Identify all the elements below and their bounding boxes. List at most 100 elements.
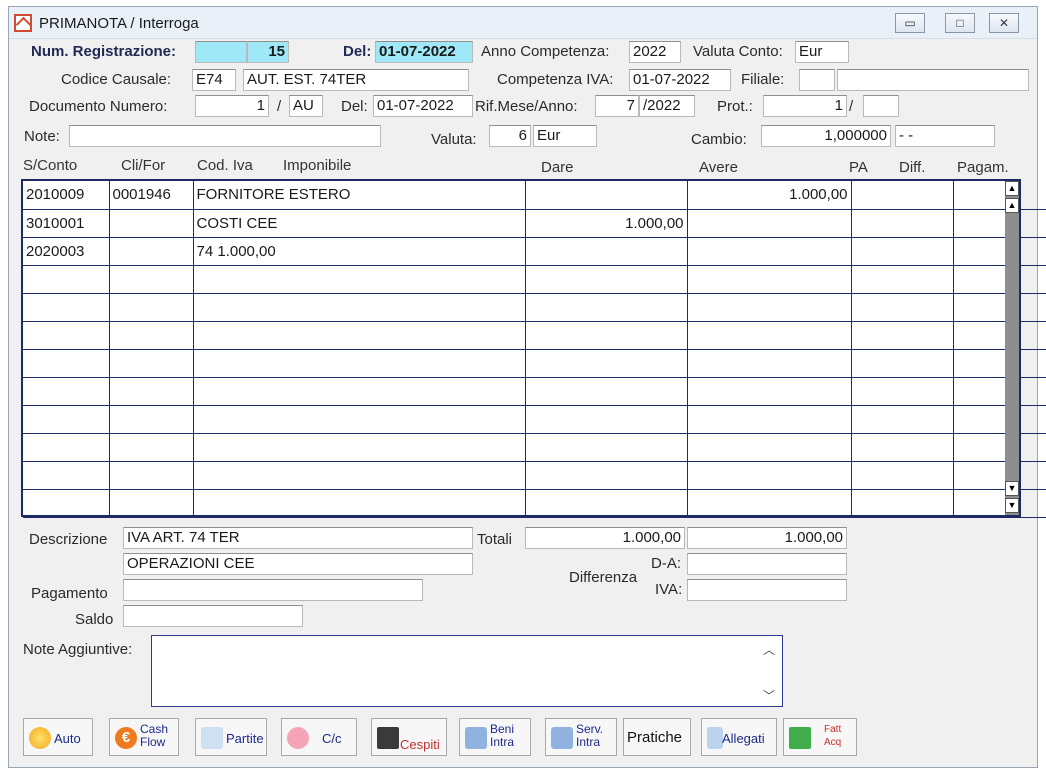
table-cell[interactable]: 3010001 xyxy=(23,209,110,238)
table-cell[interactable] xyxy=(525,349,688,378)
table-cell[interactable] xyxy=(851,349,954,378)
table-cell[interactable] xyxy=(109,209,194,238)
table-cell[interactable] xyxy=(23,461,110,490)
table-row[interactable]: 20100090001946FORNITORE ESTERO1.000,002 xyxy=(23,181,1046,210)
conto-corrente-button[interactable]: C/c xyxy=(281,718,357,756)
table-cell[interactable] xyxy=(687,377,852,406)
table-cell[interactable] xyxy=(109,489,194,518)
cespiti-button[interactable]: Cespiti xyxy=(371,718,447,756)
scroll-down-icon[interactable]: ▼ xyxy=(1005,481,1019,496)
minimize-button[interactable]: ▭ xyxy=(895,13,925,33)
close-button[interactable]: ✕ xyxy=(989,13,1019,33)
table-cell[interactable] xyxy=(953,405,1010,434)
table-cell[interactable] xyxy=(851,293,954,322)
table-cell[interactable] xyxy=(23,321,110,350)
table-cell[interactable] xyxy=(851,265,954,294)
num-registrazione-prefix-field[interactable] xyxy=(195,41,247,63)
table-cell[interactable] xyxy=(109,377,194,406)
pagamento-field[interactable] xyxy=(123,579,423,601)
serv-intra-button[interactable]: Serv. Intra xyxy=(545,718,617,756)
table-cell[interactable] xyxy=(953,377,1010,406)
table-cell[interactable] xyxy=(525,265,688,294)
textarea-scroll-down-icon[interactable]: ﹀ xyxy=(763,687,775,704)
table-cell[interactable] xyxy=(851,181,954,210)
table-cell[interactable] xyxy=(525,377,688,406)
prot-suffix-field[interactable] xyxy=(863,95,899,117)
table-cell[interactable] xyxy=(109,405,194,434)
saldo-field[interactable] xyxy=(123,605,303,627)
textarea-scroll-up-icon[interactable]: ︿ xyxy=(763,641,775,658)
rif-anno-field[interactable]: /2022 xyxy=(639,95,695,117)
rif-mese-field[interactable]: 7 xyxy=(595,95,639,117)
table-cell[interactable] xyxy=(109,321,194,350)
table-cell[interactable] xyxy=(851,405,954,434)
valuta-conto-field[interactable]: Eur xyxy=(795,41,849,63)
anno-competenza-field[interactable]: 2022 xyxy=(629,41,681,63)
table-cell[interactable] xyxy=(109,237,194,266)
table-cell[interactable] xyxy=(23,265,110,294)
table-cell[interactable]: 0001946 xyxy=(109,181,194,210)
table-cell[interactable] xyxy=(687,405,852,434)
table-cell[interactable] xyxy=(109,433,194,462)
table-row[interactable] xyxy=(23,405,1046,434)
table-cell[interactable] xyxy=(525,321,688,350)
valuta-desc-field[interactable]: Eur xyxy=(533,125,597,147)
table-cell[interactable]: 1.000,00 xyxy=(525,209,688,238)
table-cell[interactable] xyxy=(953,181,1010,210)
table-cell[interactable] xyxy=(953,209,1010,238)
table-cell[interactable] xyxy=(851,237,954,266)
table-cell[interactable] xyxy=(525,181,688,210)
maximize-button[interactable]: □ xyxy=(945,13,975,33)
table-cell[interactable] xyxy=(851,489,954,518)
causale-desc-field[interactable]: AUT. EST. 74TER xyxy=(243,69,469,91)
table-cell[interactable] xyxy=(851,433,954,462)
filiale-code-field[interactable] xyxy=(799,69,835,91)
table-cell[interactable] xyxy=(687,265,852,294)
descrizione-field-1[interactable]: IVA ART. 74 TER xyxy=(123,527,473,549)
table-cell[interactable] xyxy=(193,293,526,322)
competenza-iva-field[interactable]: 01-07-2022 xyxy=(629,69,731,91)
table-row[interactable] xyxy=(23,377,1046,406)
table-cell[interactable]: 2010009 xyxy=(23,181,110,210)
table-cell[interactable] xyxy=(851,377,954,406)
totale-dare-field[interactable]: 1.000,00 xyxy=(525,527,685,549)
table-row[interactable] xyxy=(23,489,1046,518)
table-cell[interactable] xyxy=(23,405,110,434)
table-cell[interactable] xyxy=(525,405,688,434)
pratiche-button[interactable]: Pratiche xyxy=(623,718,691,756)
table-cell[interactable] xyxy=(851,321,954,350)
table-row[interactable]: 2020003 74 1.000,00 xyxy=(23,237,1046,266)
beni-intra-button[interactable]: Beni Intra xyxy=(459,718,531,756)
valuta-code-field[interactable]: 6 xyxy=(489,125,531,147)
table-cell[interactable] xyxy=(687,489,852,518)
table-cell[interactable]: 2020003 xyxy=(23,237,110,266)
table-row[interactable] xyxy=(23,461,1046,490)
differenza-da-field[interactable] xyxy=(687,553,847,575)
table-cell[interactable] xyxy=(109,265,194,294)
table-cell[interactable]: FORNITORE ESTERO xyxy=(193,181,526,210)
table-cell[interactable] xyxy=(953,461,1010,490)
note-field[interactable] xyxy=(69,125,381,147)
table-cell[interactable] xyxy=(687,293,852,322)
table-cell[interactable] xyxy=(193,349,526,378)
table-cell[interactable] xyxy=(953,293,1010,322)
table-cell[interactable] xyxy=(953,321,1010,350)
table-cell[interactable] xyxy=(23,377,110,406)
table-cell[interactable] xyxy=(851,209,954,238)
table-cell[interactable] xyxy=(193,405,526,434)
table-cell[interactable] xyxy=(953,265,1010,294)
table-cell[interactable] xyxy=(23,489,110,518)
allegati-button[interactable]: Allegati xyxy=(701,718,777,756)
table-cell[interactable] xyxy=(687,209,852,238)
table-cell[interactable] xyxy=(953,237,1010,266)
table-cell[interactable] xyxy=(193,461,526,490)
table-cell[interactable] xyxy=(687,237,852,266)
table-row[interactable] xyxy=(23,433,1046,462)
table-cell[interactable] xyxy=(525,461,688,490)
totale-avere-field[interactable]: 1.000,00 xyxy=(687,527,847,549)
scroll-first-icon[interactable]: ▲ xyxy=(1005,181,1019,196)
table-cell[interactable] xyxy=(23,293,110,322)
auto-button[interactable]: Auto xyxy=(23,718,93,756)
scroll-up-icon[interactable]: ▲ xyxy=(1005,198,1019,213)
del-date-field[interactable]: 01-07-2022 xyxy=(375,41,473,63)
